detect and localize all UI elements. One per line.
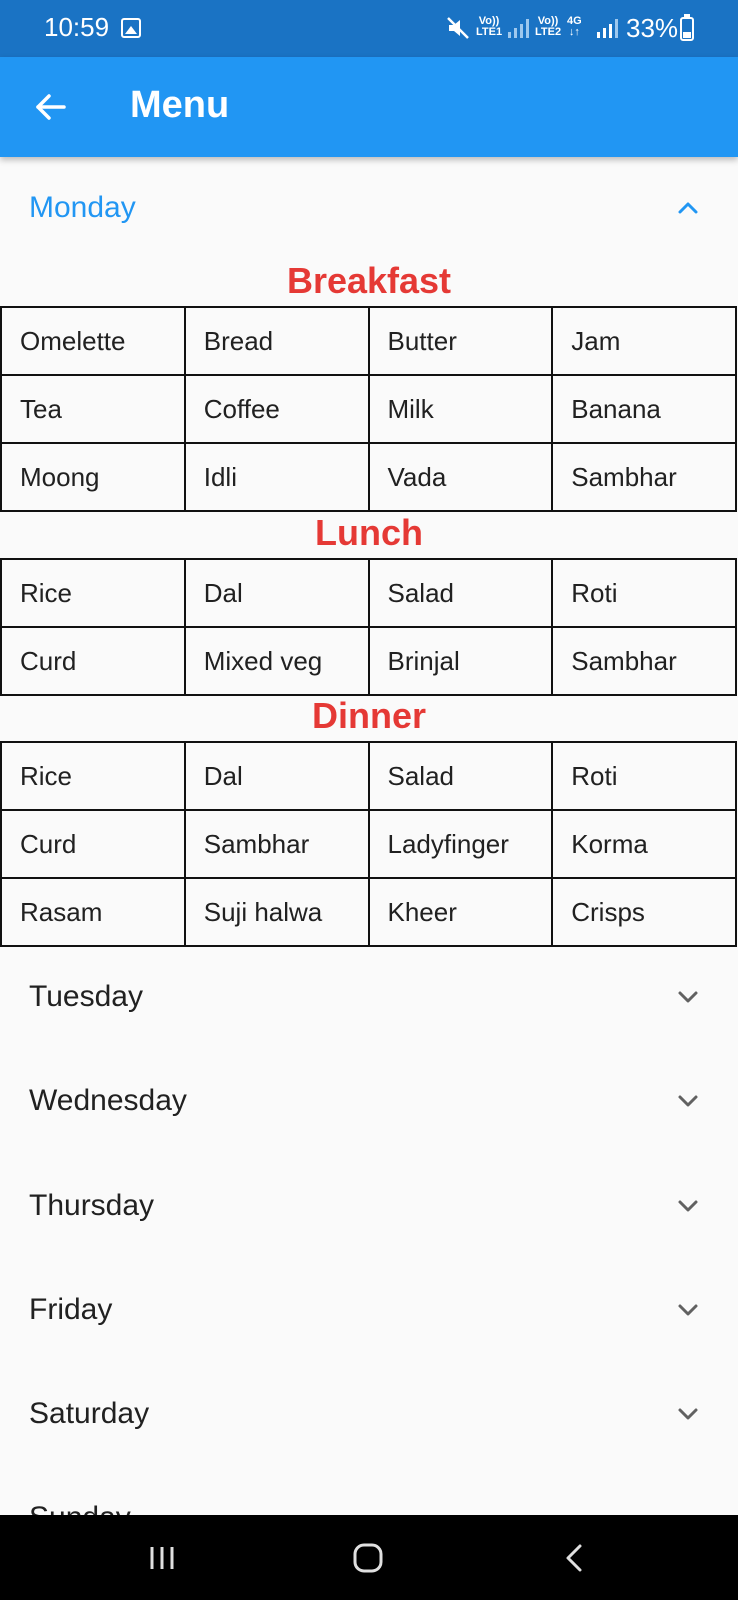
table-row: Omelette Bread Butter Jam <box>0 306 737 376</box>
table-cell: Bread <box>183 306 370 376</box>
day-label: Wednesday <box>29 1084 187 1117</box>
battery-icon <box>680 14 694 41</box>
table-cell: Salad <box>367 741 554 811</box>
chevron-down-icon <box>678 1408 698 1420</box>
table-row: Rice Dal Salad Roti <box>0 558 737 628</box>
table-cell: Sambhar <box>551 442 737 512</box>
table-cell: Idli <box>183 442 370 512</box>
table-cell: Omelette <box>0 306 186 376</box>
chevron-down-icon <box>678 991 698 1003</box>
table-cell: Rasam <box>0 877 186 947</box>
home-icon[interactable] <box>351 1541 385 1575</box>
table-cell: Rice <box>0 558 186 628</box>
page-title: Menu <box>130 84 230 126</box>
mute-icon <box>447 17 469 39</box>
battery-percent: 33% <box>626 13 679 43</box>
table-cell: Crisps <box>551 877 737 947</box>
table-cell: Vada <box>367 442 554 512</box>
day-label: Thursday <box>29 1189 155 1222</box>
table-cell: Sambhar <box>551 626 737 696</box>
status-bar: 10:59 Vo)) LTE1 Vo)) LTE2 4G ↓↑ 33% <box>0 0 738 57</box>
table-cell: Curd <box>0 626 186 696</box>
table-cell: Coffee <box>183 374 370 444</box>
chevron-down-icon <box>678 1200 698 1212</box>
table-cell: Tea <box>0 374 186 444</box>
table-cell: Moong <box>0 442 186 512</box>
signal-icon <box>597 19 618 38</box>
day-tile-wednesday[interactable]: Wednesday <box>0 1056 738 1146</box>
table-cell: Jam <box>551 306 737 376</box>
back-icon[interactable] <box>558 1541 592 1575</box>
table-cell: Dal <box>183 741 370 811</box>
day-label: Monday <box>29 191 136 224</box>
table-cell: Mixed veg <box>183 626 370 696</box>
table-cell: Milk <box>367 374 554 444</box>
table-row: Curd Mixed veg Brinjal Sambhar <box>0 626 737 696</box>
table-cell: Rice <box>0 741 186 811</box>
day-label: Friday <box>29 1293 113 1326</box>
day-label: Saturday <box>29 1397 150 1430</box>
day-tile-sunday[interactable]: Sunday <box>0 1473 738 1515</box>
table-cell: Ladyfinger <box>367 809 554 879</box>
day-tile-friday[interactable]: Friday <box>0 1265 738 1355</box>
gallery-icon <box>121 18 141 38</box>
table-cell: Korma <box>551 809 737 879</box>
breakfast-table: Omelette Bread Butter Jam Tea Coffee Mil… <box>0 306 737 512</box>
status-time: 10:59 <box>44 12 110 42</box>
table-cell: Brinjal <box>367 626 554 696</box>
table-cell: Kheer <box>367 877 554 947</box>
table-cell: Roti <box>551 558 737 628</box>
table-row: Moong Idli Vada Sambhar <box>0 442 737 512</box>
table-cell: Sambhar <box>183 809 370 879</box>
table-row: Rasam Suji halwa Kheer Crisps <box>0 877 737 947</box>
chevron-down-icon <box>678 1095 698 1107</box>
network-label-3: 4G ↓↑ <box>567 15 582 38</box>
chevron-up-icon <box>678 202 698 214</box>
meal-title-dinner: Dinner <box>311 695 426 736</box>
table-cell: Curd <box>0 809 186 879</box>
table-cell: Butter <box>367 306 554 376</box>
table-cell: Dal <box>183 558 370 628</box>
day-tile-thursday[interactable]: Thursday <box>0 1161 738 1251</box>
signal-icon <box>508 19 529 38</box>
day-label: Sunday <box>29 1501 131 1515</box>
recent-apps-icon[interactable] <box>145 1541 179 1575</box>
day-label: Tuesday <box>29 980 143 1013</box>
day-tile-tuesday[interactable]: Tuesday <box>0 952 738 1042</box>
table-row: Rice Dal Salad Roti <box>0 741 737 811</box>
table-row: Curd Sambhar Ladyfinger Korma <box>0 809 737 879</box>
table-cell: Suji halwa <box>183 877 370 947</box>
table-cell: Salad <box>367 558 554 628</box>
app-bar: Menu <box>0 57 738 157</box>
network-label-1: Vo)) LTE1 <box>476 15 503 38</box>
table-cell: Roti <box>551 741 737 811</box>
meal-title-breakfast: Breakfast <box>286 260 452 301</box>
system-nav-bar <box>0 1515 738 1600</box>
lunch-table: Rice Dal Salad Roti Curd Mixed veg Brinj… <box>0 558 737 696</box>
day-tile-saturday[interactable]: Saturday <box>0 1369 738 1459</box>
dinner-table: Rice Dal Salad Roti Curd Sambhar Ladyfin… <box>0 741 737 947</box>
day-tile-monday[interactable]: Monday <box>0 163 738 253</box>
network-label-2: Vo)) LTE2 <box>535 15 562 38</box>
table-row: Tea Coffee Milk Banana <box>0 374 737 444</box>
arrow-left-icon[interactable] <box>30 87 70 127</box>
chevron-down-icon <box>678 1304 698 1316</box>
meal-title-lunch: Lunch <box>315 512 423 553</box>
table-cell: Banana <box>551 374 737 444</box>
